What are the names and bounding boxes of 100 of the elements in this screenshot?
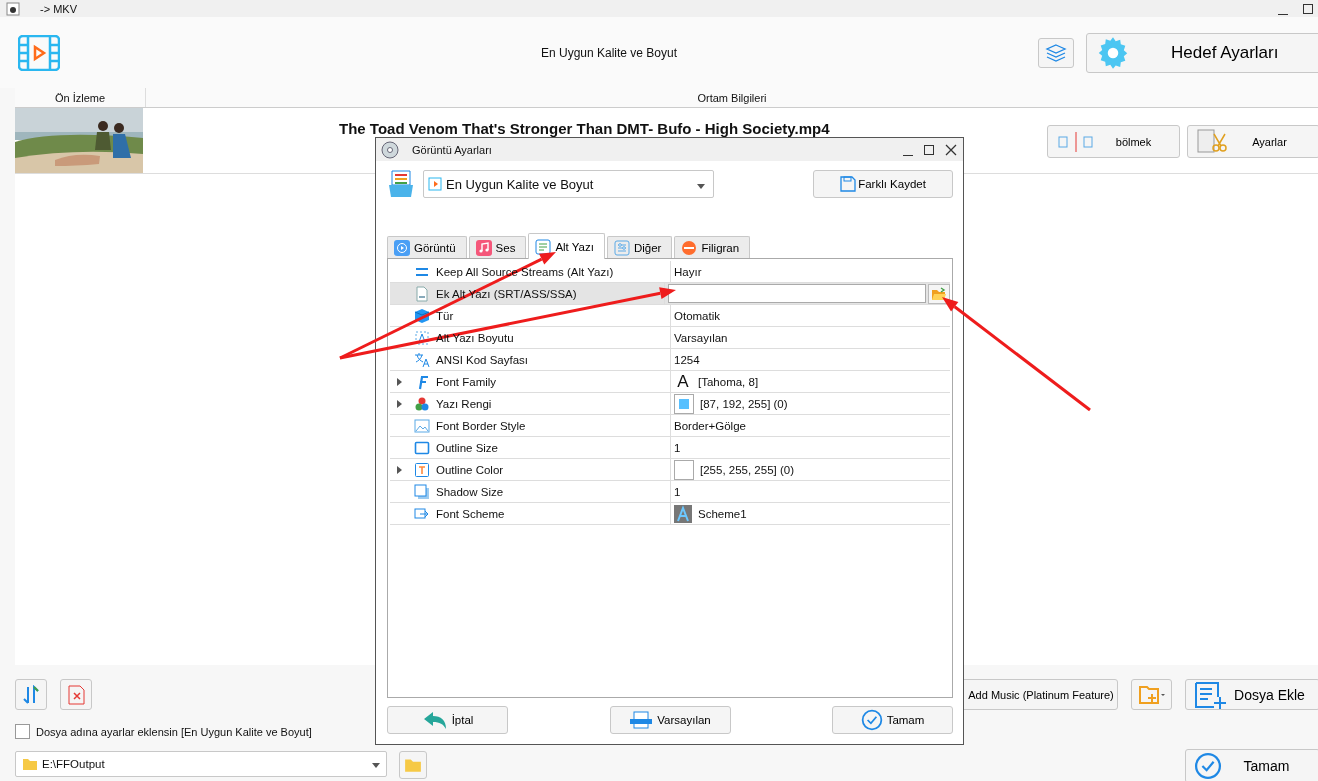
dialog-title: Görüntü Ayarları <box>412 143 492 156</box>
property-value: Border+Gölge <box>674 419 746 432</box>
color-swatch <box>674 459 694 480</box>
property-row[interactable]: Outline Color [255, 255, 255] (0) <box>390 459 950 481</box>
close-icon <box>945 143 957 156</box>
property-row[interactable]: Font Scheme Scheme1 <box>390 503 950 525</box>
translate-icon <box>414 351 430 368</box>
property-value: [Tahoma, 8] <box>698 375 759 388</box>
property-value: 1254 <box>674 353 700 366</box>
append-settings-checkbox[interactable]: Dosya adına ayarlar eklensin [En Uygun Kalite ve Boyut] <box>15 724 312 739</box>
film-play-icon <box>18 34 60 71</box>
property-row[interactable]: Ek Alt Yazı (SRT/ASS/SSA) <box>390 283 950 305</box>
browse-button[interactable] <box>928 283 950 304</box>
save-as-button[interactable]: Farklı Kaydet <box>813 170 953 198</box>
property-row[interactable]: Font Border Style Border+Gölge <box>390 415 950 437</box>
property-name: Outline Size <box>436 441 498 454</box>
maximize-icon <box>923 143 935 156</box>
ok-button[interactable]: Tamam <box>832 706 953 734</box>
sort-arrows-icon <box>21 684 41 705</box>
text-t-icon <box>414 461 430 478</box>
tab[interactable]: Ses <box>468 236 527 258</box>
default-button[interactable]: Varsayılan <box>609 706 731 734</box>
color-dots-icon <box>414 395 430 412</box>
minimize-icon <box>1278 13 1288 15</box>
preset-select[interactable]: En Uygun Kalite ve Boyut <box>423 170 714 198</box>
property-value: [87, 192, 255] (0) <box>700 397 788 410</box>
dropdown-caret-icon <box>697 183 705 189</box>
list-tray-icon <box>387 169 415 199</box>
image-icon <box>414 417 430 434</box>
scheme-a-icon <box>674 504 692 523</box>
layers-icon <box>1045 42 1067 63</box>
cancel-button[interactable]: İptal <box>387 706 508 734</box>
property-value: Varsayılan <box>674 331 728 344</box>
remove-button[interactable] <box>60 679 92 710</box>
resize-text-icon <box>414 329 430 346</box>
cube-icon <box>414 307 430 324</box>
subtitle-icon <box>535 238 552 255</box>
folder-icon <box>22 756 38 772</box>
property-name: Font Scheme <box>436 507 505 520</box>
property-name: Tür <box>436 309 454 322</box>
scissors-film-icon <box>1196 127 1228 156</box>
property-value: Scheme1 <box>698 507 747 520</box>
disc-icon <box>380 139 400 160</box>
property-row[interactable]: Shadow Size 1 <box>390 481 950 503</box>
split-button[interactable]: bölmek <box>1047 125 1180 158</box>
property-name: Yazı Rengi <box>436 397 492 410</box>
property-name: Font Family <box>436 375 497 388</box>
property-row[interactable]: ANSI Kod Sayfası 1254 <box>390 349 950 371</box>
tab[interactable]: Diğer <box>606 236 673 258</box>
property-name: Outline Color <box>436 463 504 476</box>
property-row[interactable]: Font Family A [Tahoma, 8] <box>390 371 950 393</box>
expand-arrow-icon <box>396 465 402 474</box>
add-file-icon <box>1194 680 1228 709</box>
split-icon <box>1056 129 1096 154</box>
property-value: Hayır <box>674 265 702 278</box>
minimize-icon <box>903 154 913 156</box>
property-value: [255, 255, 255] (0) <box>700 463 794 476</box>
property-name: Ek Alt Yazı (SRT/ASS/SSA) <box>436 287 577 300</box>
file-icon <box>414 285 430 302</box>
column-header: Ortam Bilgileri <box>696 90 768 106</box>
property-row[interactable]: Yazı Rengi [87, 192, 255] (0) <box>390 393 950 415</box>
property-value: 1 <box>674 441 681 454</box>
tab[interactable]: Filigran <box>674 236 751 258</box>
color-swatch <box>674 393 694 414</box>
scheme-icon <box>414 505 430 522</box>
tab[interactable]: Alt Yazı <box>528 233 605 259</box>
maximize-icon <box>1302 2 1314 15</box>
shadow-square-icon <box>414 483 430 500</box>
file-path-field[interactable] <box>668 284 926 303</box>
sliders-icon <box>613 239 630 256</box>
property-row[interactable]: Tür Otomatik <box>390 305 950 327</box>
property-row[interactable]: Outline Size 1 <box>390 437 950 459</box>
tab[interactable]: Görüntü <box>387 236 467 258</box>
column-header: Ön İzleme <box>15 88 146 107</box>
square-outline-icon <box>414 439 430 456</box>
profile-name: En Uygun Kalite ve Boyut <box>539 45 679 60</box>
layers-button[interactable] <box>1038 37 1074 68</box>
output-folder-select[interactable]: E:\FFOutput <box>15 751 387 777</box>
file-name: The Toad Venom That's Stronger Than DMT- Bufo - High Society.mp4 <box>339 120 830 137</box>
expand-arrow-icon <box>396 399 402 408</box>
sort-button[interactable] <box>15 679 47 710</box>
settings-button[interactable]: Ayarlar <box>1187 125 1318 158</box>
property-value: 1 <box>674 485 681 498</box>
property-name: Shadow Size <box>436 485 504 498</box>
font-glyph: A <box>676 371 690 392</box>
property-name: Font Border Style <box>436 419 526 432</box>
ok-button[interactable]: Tamam <box>1185 749 1318 781</box>
add-file-button[interactable]: Dosya Ekle <box>1185 679 1318 710</box>
property-name: Alt Yazı Boyutu <box>436 331 514 344</box>
expand-arrow-icon <box>396 377 402 386</box>
property-value: Otomatik <box>674 309 720 322</box>
property-row[interactable]: Alt Yazı Boyutu Varsayılan <box>390 327 950 349</box>
add-folder-button[interactable] <box>1131 679 1172 710</box>
film-play-icon <box>428 177 442 191</box>
folder-plus-icon <box>1137 683 1166 706</box>
check-circle-icon <box>1194 752 1222 780</box>
browse-folder-button[interactable] <box>399 751 427 779</box>
target-settings-button[interactable]: Hedef Ayarları <box>1086 32 1318 73</box>
open-folder-icon <box>931 286 947 301</box>
dropdown-caret-icon <box>372 763 380 768</box>
